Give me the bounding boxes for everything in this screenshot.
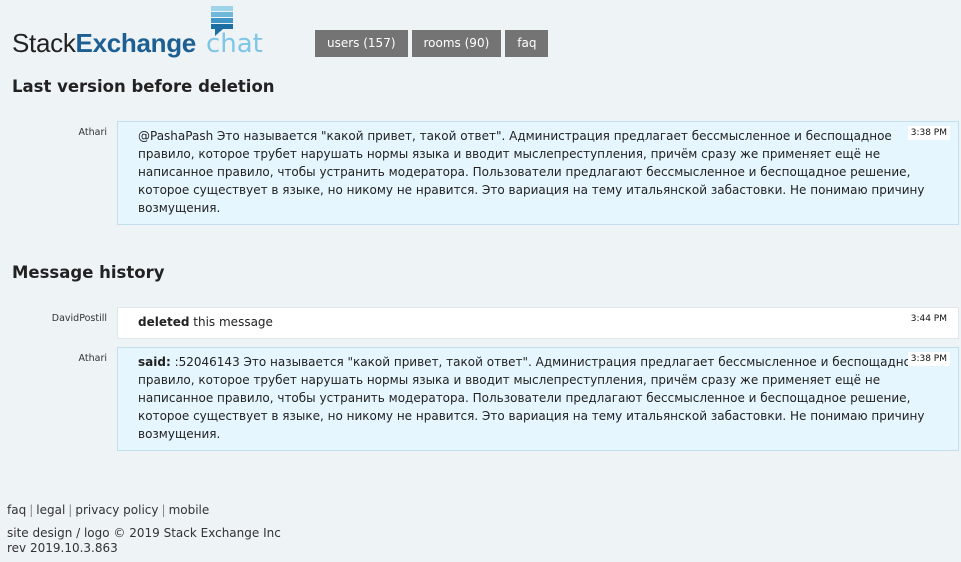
top-nav: users (157) rooms (90) faq	[315, 30, 552, 57]
footer-links: faq | legal | privacy policy | mobile	[7, 503, 281, 518]
footer-link-mobile[interactable]: mobile	[169, 503, 210, 517]
message-text: @PashaPash Это называется "какой привет,…	[138, 129, 925, 215]
history-text: :52046143 Это называется "какой привет, …	[138, 355, 925, 441]
message-bubble: 3:38 PM @PashaPash Это называется "какой…	[117, 121, 959, 225]
message-history-heading: Message history	[12, 263, 165, 282]
users-button[interactable]: users (157)	[315, 30, 408, 57]
last-version-heading: Last version before deletion	[12, 77, 275, 96]
history-bubble: 3:44 PM deleted this message	[117, 307, 959, 339]
message-timestamp[interactable]: 3:38 PM	[907, 126, 950, 140]
history-bubble: 3:38 PM said: :52046143 Это называется "…	[117, 347, 959, 451]
history-action: said:	[138, 355, 171, 369]
rooms-button[interactable]: rooms (90)	[411, 30, 502, 57]
footer-separator: |	[161, 503, 166, 517]
history-timestamp[interactable]: 3:44 PM	[907, 312, 950, 326]
footer-link-faq[interactable]: faq	[7, 503, 26, 517]
history-action: deleted	[138, 315, 190, 329]
chat-bubble-logo-icon	[211, 6, 233, 36]
history-username[interactable]: DavidPostill	[52, 313, 107, 324]
history-text: this message	[193, 315, 273, 329]
footer-separator: |	[68, 503, 73, 517]
history-username[interactable]: Athari	[79, 353, 107, 364]
faq-button[interactable]: faq	[505, 30, 549, 57]
logo-stack-text: Stack	[12, 28, 76, 58]
history-timestamp[interactable]: 3:38 PM	[907, 352, 950, 366]
footer-separator: |	[29, 503, 34, 517]
footer-revision: rev 2019.10.3.863	[7, 541, 118, 555]
footer-copyright: site design / logo © 2019 Stack Exchange…	[7, 526, 281, 540]
footer-link-privacy-policy[interactable]: privacy policy	[75, 503, 158, 517]
logo-exchange-text: Exchange	[75, 28, 197, 58]
message-username[interactable]: Athari	[79, 127, 107, 138]
footer: faq | legal | privacy policy | mobile site des…	[7, 503, 281, 556]
footer-link-legal[interactable]: legal	[36, 503, 65, 517]
